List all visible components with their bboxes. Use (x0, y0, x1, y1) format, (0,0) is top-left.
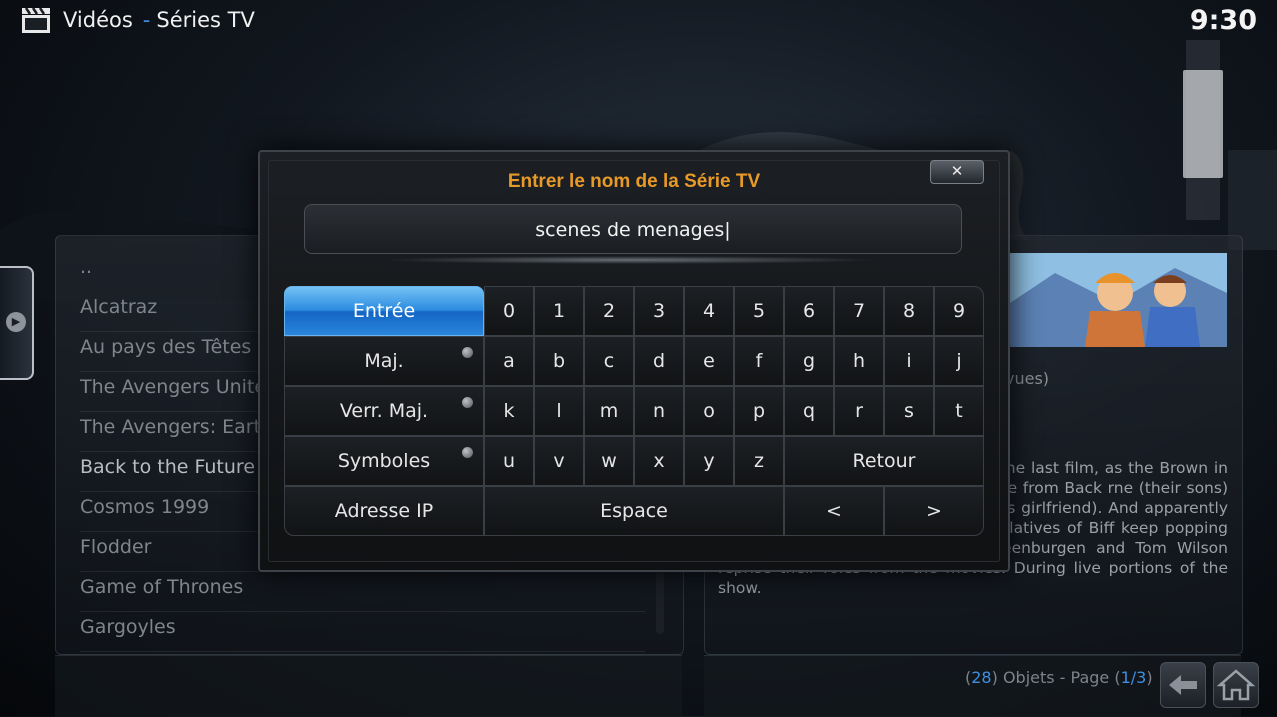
key-d[interactable]: d (634, 336, 684, 386)
key-j[interactable]: j (934, 336, 984, 386)
clock: 9:30 (1189, 5, 1257, 36)
list-scrollbar[interactable] (656, 566, 664, 634)
backspace-key[interactable]: Retour (784, 436, 984, 486)
caps-lock-key[interactable]: Verr. Maj. (284, 386, 484, 436)
key-x[interactable]: x (634, 436, 684, 486)
shift-key[interactable]: Maj. (284, 336, 484, 386)
key-2[interactable]: 2 (584, 286, 634, 336)
series-list-item[interactable]: The Avengers: Earth' (80, 416, 278, 438)
input-value: scenes de menages| (535, 219, 731, 241)
symbols-key[interactable]: Symboles (284, 436, 484, 486)
footer-panel-left (55, 655, 682, 717)
series-list-item[interactable]: Gargoyles (80, 616, 176, 638)
list-item-divider (80, 611, 645, 612)
shift-indicator-icon (462, 347, 473, 358)
enter-key[interactable]: Entrée (284, 286, 484, 336)
key-m[interactable]: m (584, 386, 634, 436)
views-count: vues) (1005, 369, 1050, 388)
series-list-item[interactable]: Game of Thrones (80, 576, 243, 598)
key-g[interactable]: g (784, 336, 834, 386)
keyboard-dialog: ✕ Entrer le nom de la Série TV scenes de… (258, 150, 1010, 572)
list-item-divider (80, 651, 645, 652)
side-menu-tab[interactable]: ▶ (0, 266, 34, 380)
key-5[interactable]: 5 (734, 286, 784, 336)
clapperboard-icon (22, 7, 50, 33)
series-list-item[interactable]: .. (80, 256, 92, 278)
title-subsection: Séries TV (156, 8, 255, 32)
key-r[interactable]: r (834, 386, 884, 436)
key-e[interactable]: e (684, 336, 734, 386)
key-v[interactable]: v (534, 436, 584, 486)
key-6[interactable]: 6 (784, 286, 834, 336)
key-w[interactable]: w (584, 436, 634, 486)
key-t[interactable]: t (934, 386, 984, 436)
key-i[interactable]: i (884, 336, 934, 386)
shift-key-label: Maj. (364, 350, 404, 372)
key-7[interactable]: 7 (834, 286, 884, 336)
key-c[interactable]: c (584, 336, 634, 386)
key-p[interactable]: p (734, 386, 784, 436)
symbols-indicator-icon (462, 447, 473, 458)
key-y[interactable]: y (684, 436, 734, 486)
item-count: 28 (971, 668, 992, 687)
series-list-item[interactable]: Alcatraz (80, 296, 157, 318)
key-z[interactable]: z (734, 436, 784, 486)
key-h[interactable]: h (834, 336, 884, 386)
series-list-item[interactable]: Back to the Future (80, 456, 255, 478)
key-0[interactable]: 0 (484, 286, 534, 336)
key-9[interactable]: 9 (934, 286, 984, 336)
key-k[interactable]: k (484, 386, 534, 436)
cursor-left-key[interactable]: < (784, 486, 884, 536)
ip-address-key[interactable]: Adresse IP (284, 486, 484, 536)
objects-page-label: ) Objets - Page ( (991, 668, 1121, 687)
key-u[interactable]: u (484, 436, 534, 486)
key-8[interactable]: 8 (884, 286, 934, 336)
title-separator: - (142, 8, 151, 32)
key-a[interactable]: a (484, 336, 534, 386)
close-paren: ) (1146, 668, 1153, 687)
home-button[interactable] (1213, 662, 1259, 708)
key-s[interactable]: s (884, 386, 934, 436)
key-n[interactable]: n (634, 386, 684, 436)
key-4[interactable]: 4 (684, 286, 734, 336)
series-list-item[interactable]: The Avengers United (80, 376, 278, 398)
series-list-item[interactable]: Cosmos 1999 (80, 496, 209, 518)
input-glow (380, 256, 880, 264)
series-banner-image (995, 253, 1227, 347)
key-b[interactable]: b (534, 336, 584, 386)
dialog-heading: Entrer le nom de la Série TV (507, 171, 761, 192)
home-icon (1216, 669, 1256, 701)
key-1[interactable]: 1 (534, 286, 584, 336)
key-q[interactable]: q (784, 386, 834, 436)
key-3[interactable]: 3 (634, 286, 684, 336)
header-bar: Vidéos - Séries TV 9:30 (0, 0, 1277, 44)
back-button[interactable] (1160, 662, 1206, 708)
virtual-keyboard: Entrée Maj. Verr. Maj. Symboles Adresse … (284, 286, 984, 536)
symbols-key-label: Symboles (337, 450, 431, 472)
series-name-input[interactable]: scenes de menages| (304, 204, 962, 254)
caps-indicator-icon (462, 397, 473, 408)
series-list-item[interactable]: Au pays des Têtes à (80, 336, 269, 358)
page-title: Vidéos - Séries TV (63, 8, 255, 32)
title-section: Vidéos (63, 8, 133, 32)
series-list-item[interactable]: Flodder (80, 536, 151, 558)
item-count-page-info: (28) Objets - Page (1/3) (965, 668, 1153, 687)
caps-lock-key-label: Verr. Maj. (339, 400, 429, 422)
key-l[interactable]: l (534, 386, 584, 436)
space-key[interactable]: Espace (484, 486, 784, 536)
chevron-right-icon: ▶ (6, 312, 26, 332)
page-number: 1/3 (1120, 668, 1147, 687)
key-o[interactable]: o (684, 386, 734, 436)
key-f[interactable]: f (734, 336, 784, 386)
cursor-right-key[interactable]: > (884, 486, 984, 536)
back-arrow-icon (1169, 675, 1197, 695)
